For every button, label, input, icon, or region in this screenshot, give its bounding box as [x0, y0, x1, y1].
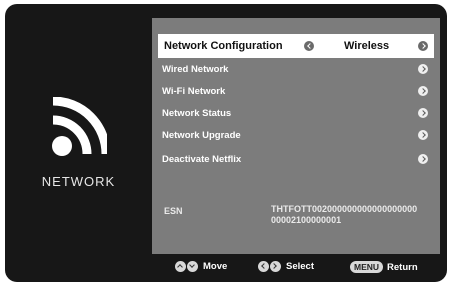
move-label: Move — [203, 261, 228, 272]
menu-item-label: Wi-Fi Network — [162, 85, 226, 97]
network-configuration-value: Wireless — [344, 40, 390, 52]
menu-item-network-upgrade[interactable]: Network Upgrade — [158, 124, 434, 146]
menu-item-network-status[interactable]: Network Status — [158, 102, 434, 124]
chevron-right-icon — [418, 86, 428, 96]
arrow-down-icon — [187, 261, 198, 272]
wifi-icon — [52, 97, 107, 156]
return-hint: MENU Return — [350, 261, 418, 273]
section-title: NETWORK — [41, 174, 116, 189]
sidebar: NETWORK — [5, 4, 152, 282]
move-hint: Move — [175, 261, 227, 272]
arrow-right-icon — [270, 261, 281, 272]
select-hint: Select — [258, 261, 314, 272]
tv-screen: NETWORK Network Configuration Wireless W… — [5, 4, 447, 282]
arrow-left-icon — [258, 261, 269, 272]
menu-item-label: Wired Network — [162, 63, 229, 75]
chevron-right-icon[interactable] — [418, 41, 428, 51]
chevron-right-icon — [418, 64, 428, 74]
chevron-right-icon — [418, 130, 428, 140]
footer-hints: Move Select MENU Return — [152, 260, 440, 278]
menu-item-deactivate-netflix[interactable]: Deactivate Netflix — [158, 148, 434, 170]
chevron-right-icon — [418, 154, 428, 164]
menu-panel: Network Configuration Wireless Wired Net… — [152, 18, 440, 254]
return-label: Return — [387, 261, 418, 273]
select-label: Select — [286, 261, 314, 272]
chevron-left-icon[interactable] — [304, 41, 314, 51]
chevron-right-icon — [418, 108, 428, 118]
esn-value: THTFOTT002000000000000000000000021000000… — [271, 204, 418, 225]
menu-item-wifi-network[interactable]: Wi-Fi Network — [158, 80, 434, 102]
menu-item-label: Deactivate Netflix — [162, 153, 242, 165]
esn-label: ESN — [164, 206, 183, 216]
menu-item-label: Network Status — [162, 107, 232, 119]
menu-item-label: Network Configuration — [164, 40, 283, 52]
menu-key-icon: MENU — [350, 261, 384, 273]
menu-item-label: Network Upgrade — [162, 129, 241, 141]
menu-item-wired-network[interactable]: Wired Network — [158, 58, 434, 80]
menu-item-network-configuration[interactable]: Network Configuration Wireless — [158, 34, 434, 58]
arrow-up-icon — [175, 261, 186, 272]
